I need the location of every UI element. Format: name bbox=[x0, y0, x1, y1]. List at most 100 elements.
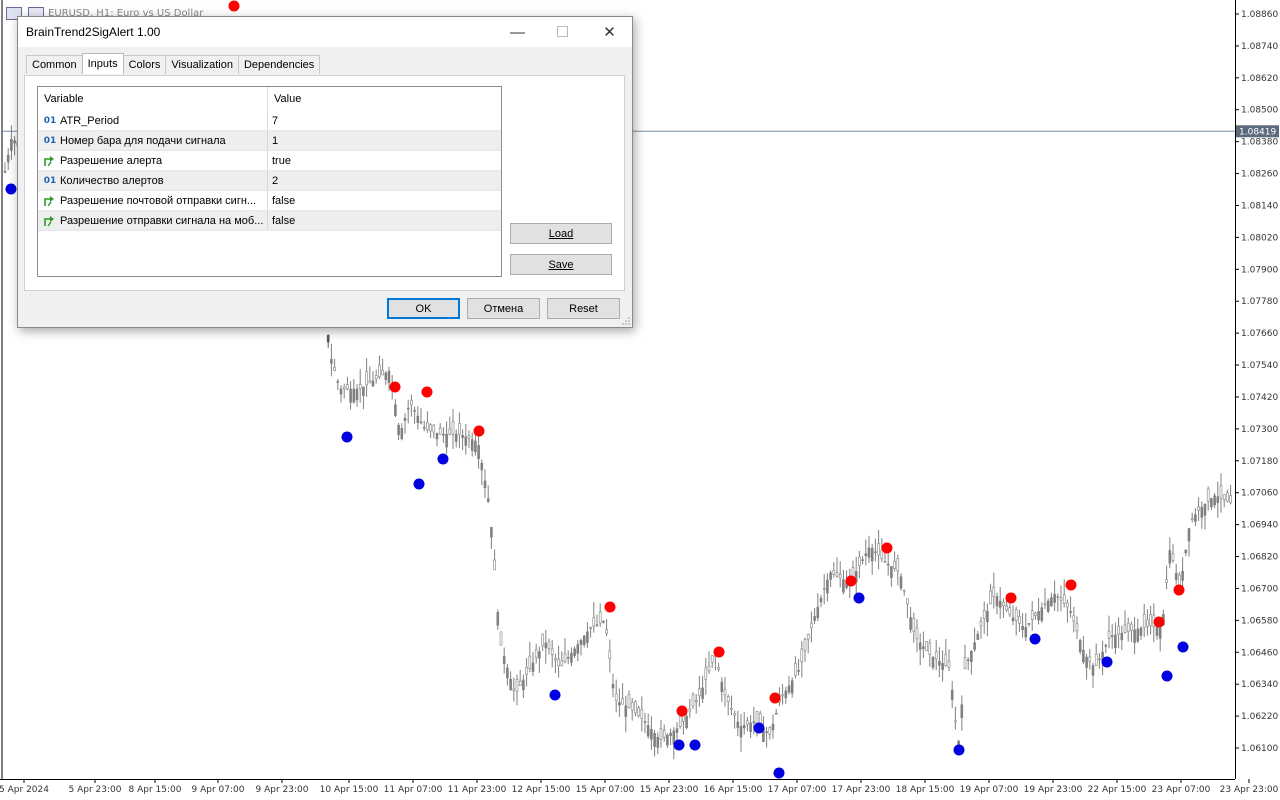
candle-body bbox=[784, 690, 788, 699]
param-row-email-enable[interactable]: Разрешение почтовой отправки сигн... fal… bbox=[38, 191, 501, 211]
candle-body bbox=[1149, 614, 1152, 627]
column-header-value[interactable]: Value bbox=[268, 87, 301, 111]
sell-signal-dot bbox=[228, 0, 240, 12]
candle-body bbox=[560, 660, 564, 667]
time-tick-label: 18 Apr 15:00 bbox=[896, 785, 955, 795]
load-button[interactable]: Load bbox=[510, 223, 612, 244]
candle-body bbox=[643, 721, 647, 723]
candle-body bbox=[611, 683, 615, 689]
candle-body bbox=[330, 358, 333, 364]
inputs-panel: Variable Value 01 ATR_Period 7 01 Номер ба… bbox=[24, 75, 625, 291]
candle-body bbox=[352, 388, 356, 403]
time-tick-label: 9 Apr 07:00 bbox=[192, 785, 245, 795]
candle-body bbox=[554, 658, 557, 661]
param-value[interactable]: 2 bbox=[268, 171, 278, 190]
param-name: Разрешение почтовой отправки сигн... bbox=[60, 194, 257, 207]
time-tick-label: 19 Apr 07:00 bbox=[960, 785, 1019, 795]
candle-body bbox=[957, 740, 960, 746]
candle-body bbox=[1085, 656, 1088, 668]
candle-body bbox=[659, 728, 663, 740]
candle-body bbox=[1011, 617, 1015, 622]
candle-body bbox=[413, 410, 416, 412]
candle-body bbox=[374, 375, 378, 380]
minimize-button[interactable]: — bbox=[495, 17, 540, 47]
tab-inputs[interactable]: Inputs bbox=[81, 53, 124, 74]
resize-grip-icon[interactable] bbox=[622, 317, 630, 325]
candle-body bbox=[694, 700, 698, 702]
column-header-variable[interactable]: Variable bbox=[38, 87, 268, 111]
candle-body bbox=[822, 588, 826, 590]
candle-body bbox=[1136, 628, 1140, 642]
time-tick-label: 15 Apr 07:00 bbox=[576, 785, 635, 795]
candle-body bbox=[691, 694, 695, 707]
candle-body bbox=[326, 334, 330, 343]
candle-body bbox=[669, 732, 672, 736]
price-tick-label: 1.07180 bbox=[1241, 457, 1278, 467]
candle-body bbox=[339, 388, 343, 395]
current-price-label: 1.08419 bbox=[1239, 127, 1276, 137]
sell-signal-dot bbox=[1153, 616, 1165, 628]
candle-body bbox=[720, 681, 724, 692]
time-tick-label: 15 Apr 23:00 bbox=[640, 785, 699, 795]
candle-body bbox=[445, 433, 448, 448]
candle-body bbox=[723, 688, 727, 696]
maximize-button[interactable]: ☐ bbox=[540, 17, 585, 47]
close-button[interactable]: ✕ bbox=[587, 17, 632, 47]
price-tick-label: 1.06340 bbox=[1241, 680, 1278, 690]
candle-body bbox=[384, 372, 388, 381]
param-row-alert-enable[interactable]: Разрешение алерта true bbox=[38, 151, 501, 171]
buy-signal-dot bbox=[1101, 656, 1113, 668]
candle-body bbox=[1078, 640, 1082, 653]
reset-button[interactable]: Reset bbox=[547, 298, 620, 319]
price-tick-label: 1.08020 bbox=[1241, 233, 1278, 243]
candle-body bbox=[518, 680, 522, 686]
save-button[interactable]: Save bbox=[510, 254, 612, 275]
candle-body bbox=[1059, 597, 1063, 601]
ok-button[interactable]: OK bbox=[387, 298, 460, 319]
price-tick-label: 1.06580 bbox=[1241, 616, 1278, 626]
price-tick-label: 1.06100 bbox=[1241, 744, 1278, 754]
candle-body bbox=[1210, 498, 1213, 508]
param-row-push-enable[interactable]: Разрешение отправки сигнала на моб... fa… bbox=[38, 211, 501, 231]
price-tick-label: 1.08860 bbox=[1241, 10, 1278, 20]
param-row-atr-period[interactable]: 01 ATR_Period 7 bbox=[38, 111, 501, 131]
candle-body bbox=[432, 424, 436, 433]
cancel-button[interactable]: Отмена bbox=[467, 298, 540, 319]
candle-body bbox=[1062, 594, 1066, 604]
dialog-titlebar[interactable]: BrainTrend2SigAlert 1.00 — ☐ ✕ bbox=[18, 17, 632, 47]
param-row-signal-bar[interactable]: 01 Номер бара для подачи сигнала 1 bbox=[38, 131, 501, 151]
buy-signal-dot bbox=[689, 739, 701, 751]
candle-body bbox=[1146, 619, 1149, 627]
candle-body bbox=[605, 629, 608, 634]
candle-body bbox=[838, 574, 842, 579]
tab-visualization[interactable]: Visualization bbox=[165, 55, 239, 74]
candle-body bbox=[915, 627, 919, 640]
candle-body bbox=[922, 646, 925, 649]
candle-body bbox=[480, 462, 484, 471]
tab-dependencies[interactable]: Dependencies bbox=[237, 55, 321, 74]
param-value[interactable]: true bbox=[268, 151, 291, 170]
buy-signal-dot bbox=[549, 689, 561, 701]
tab-common[interactable]: Common bbox=[26, 55, 83, 74]
candle-body bbox=[358, 384, 362, 390]
param-value[interactable]: 1 bbox=[268, 131, 278, 150]
param-value[interactable]: 7 bbox=[268, 111, 278, 130]
time-tick-label: 9 Apr 23:00 bbox=[256, 785, 309, 795]
candle-body bbox=[1174, 572, 1178, 580]
param-row-alert-count[interactable]: 01 Количество алертов 2 bbox=[38, 171, 501, 191]
buy-signal-dot bbox=[5, 183, 17, 195]
candle-body bbox=[1024, 627, 1028, 638]
candle-body bbox=[1213, 495, 1216, 506]
candle-body bbox=[381, 369, 384, 376]
candle-body bbox=[1110, 635, 1114, 638]
time-tick-label: 11 Apr 07:00 bbox=[384, 785, 443, 795]
candle-body bbox=[528, 655, 532, 669]
tab-colors[interactable]: Colors bbox=[122, 55, 167, 74]
buy-signal-dot bbox=[437, 453, 449, 465]
candle-body bbox=[1200, 506, 1204, 518]
candle-body bbox=[362, 386, 365, 397]
candle-body bbox=[1075, 623, 1079, 632]
param-value[interactable]: false bbox=[268, 211, 295, 230]
candle-body bbox=[810, 622, 813, 629]
param-value[interactable]: false bbox=[268, 191, 295, 210]
